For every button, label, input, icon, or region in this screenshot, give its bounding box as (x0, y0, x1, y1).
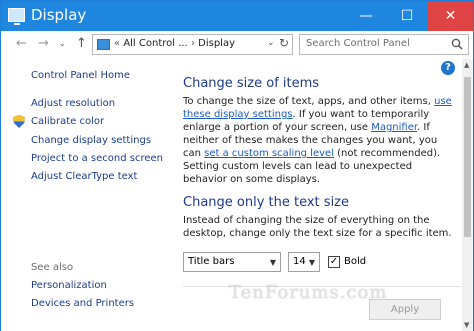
item-select-value: Title bars (188, 256, 235, 267)
section-title-text-size: Change only the text size (183, 195, 349, 210)
sidebar-item-adjust-cleartype[interactable]: Adjust ClearType text (31, 171, 137, 182)
see-also-devices-printers-link[interactable]: Devices and Printers (31, 298, 134, 309)
breadcrumb-separator[interactable]: › (191, 38, 195, 49)
sidebar-item-project-second-screen[interactable]: Project to a second screen (31, 153, 163, 164)
maximize-button[interactable]: ☐ (387, 1, 427, 31)
breadcrumb-display[interactable]: Display (198, 38, 235, 49)
window-title: Display (31, 6, 87, 24)
refresh-icon[interactable]: ↻ (279, 36, 289, 50)
control-panel-window: Display — ☐ ✕ ← → ⌄ ↑ « All Control ... … (0, 0, 474, 331)
help-icon[interactable]: ? (441, 61, 455, 75)
up-button[interactable]: ↑ (76, 36, 87, 51)
magnifier-link[interactable]: Magnifier (371, 122, 417, 133)
item-select[interactable]: Title bars ▼ (183, 252, 281, 272)
scroll-up-icon[interactable]: ▲ (464, 61, 469, 69)
section-description-text-size: Instead of changing the size of everythi… (183, 215, 452, 239)
search-input[interactable]: Search Control Panel (306, 38, 410, 49)
scroll-down-icon[interactable]: ▼ (464, 321, 469, 329)
search-icon[interactable] (451, 38, 463, 50)
address-bar[interactable]: « All Control ... › Display ⌄ ↻ (92, 34, 293, 55)
see-also-personalization-link[interactable]: Personalization (31, 280, 107, 291)
section-title-change-size: Change size of items (183, 76, 320, 91)
display-icon (8, 8, 25, 25)
shield-icon (13, 115, 25, 128)
chevron-down-icon: ▼ (269, 258, 276, 267)
control-panel-icon (97, 39, 110, 50)
size-select-value: 14 (293, 256, 306, 267)
sidebar-item-calibrate-color[interactable]: Calibrate color (31, 116, 104, 127)
navigation-bar: ← → ⌄ ↑ « All Control ... › Display ⌄ ↻ … (1, 31, 473, 59)
scroll-thumb[interactable] (464, 77, 471, 237)
custom-scaling-link[interactable]: set a custom scaling level (204, 148, 334, 159)
address-dropdown-icon[interactable]: ⌄ (267, 38, 275, 48)
text: To change the size of text, apps, and ot… (183, 96, 435, 107)
bold-label[interactable]: Bold (344, 256, 366, 267)
sidebar: Control Panel Home Adjust resolution Cal… (1, 59, 173, 331)
recent-locations-button[interactable]: ⌄ (59, 39, 66, 48)
chevron-down-icon: ▼ (308, 258, 315, 267)
sidebar-item-change-display-settings[interactable]: Change display settings (31, 135, 151, 146)
sidebar-item-adjust-resolution[interactable]: Adjust resolution (31, 98, 115, 109)
breadcrumb-all-control-panel[interactable]: All Control ... (123, 38, 187, 49)
search-box[interactable]: Search Control Panel (299, 34, 469, 55)
title-bar[interactable]: Display — ☐ ✕ (1, 1, 473, 31)
breadcrumb-overflow[interactable]: « (114, 38, 120, 49)
bold-checkbox[interactable]: ✓ (328, 256, 340, 268)
close-button[interactable]: ✕ (428, 1, 473, 31)
vertical-scrollbar[interactable]: ▲ ▼ (462, 59, 473, 331)
control-panel-home-link[interactable]: Control Panel Home (31, 70, 130, 81)
minimize-button[interactable]: — (346, 1, 386, 31)
forward-button[interactable]: → (38, 36, 49, 51)
watermark: TenForums.com (229, 282, 388, 303)
section-description-change-size: To change the size of text, apps, and ot… (183, 95, 453, 186)
size-select[interactable]: 14 ▼ (288, 252, 320, 272)
see-also-heading: See also (31, 262, 74, 273)
back-button[interactable]: ← (16, 36, 27, 51)
breadcrumb: « All Control ... › Display (114, 38, 235, 49)
